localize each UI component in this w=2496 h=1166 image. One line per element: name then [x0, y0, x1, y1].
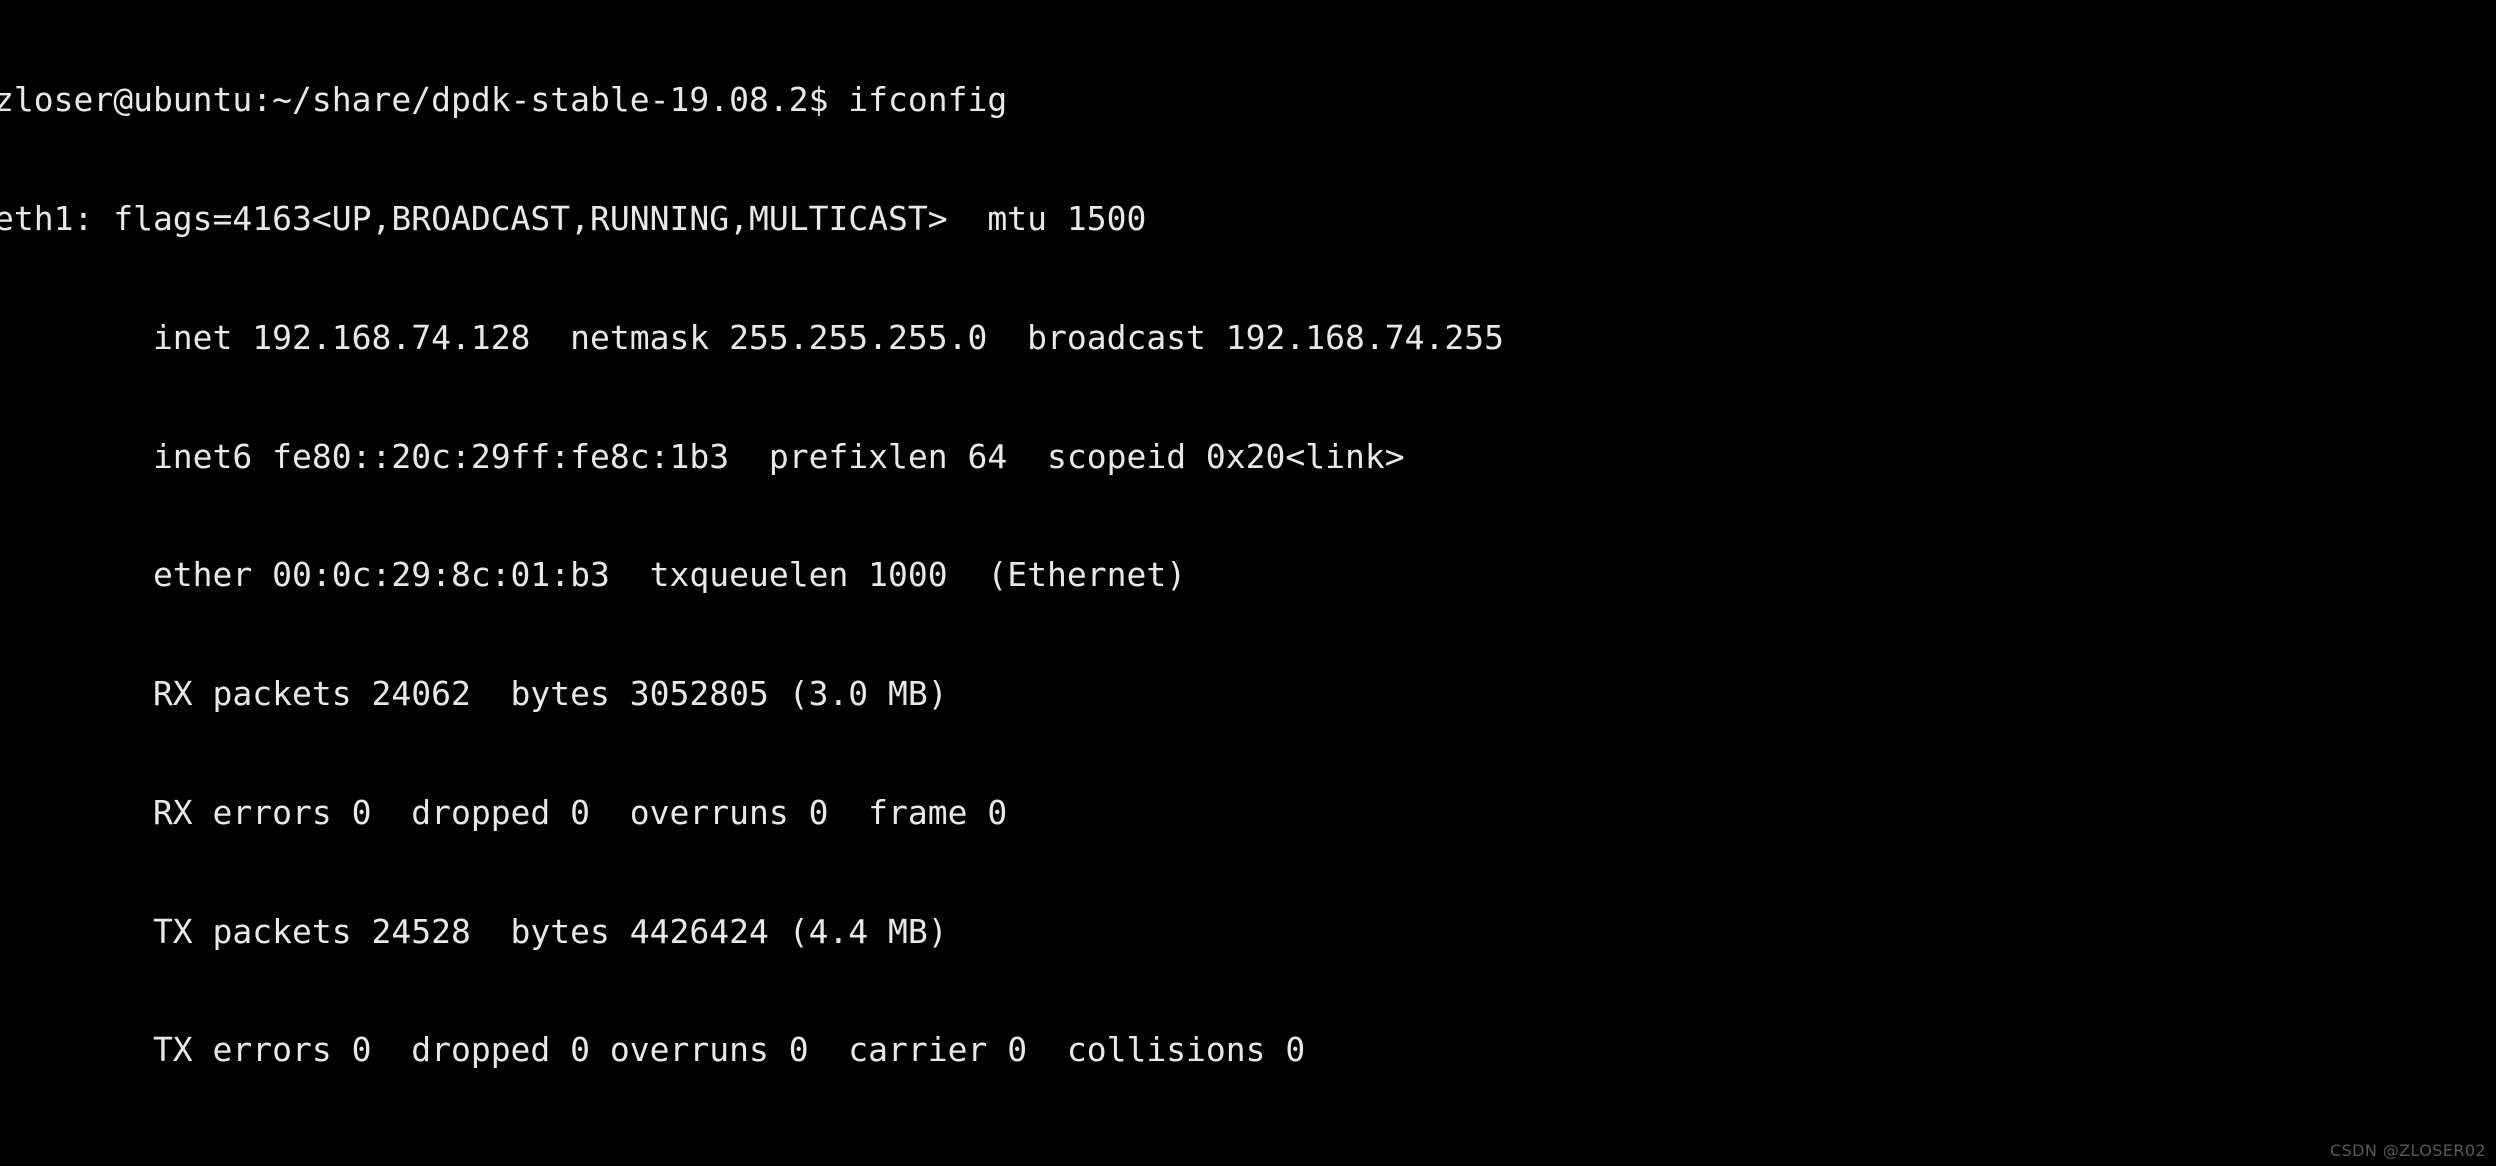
terminal-line-eth1-rx-errors: RX errors 0 dropped 0 overruns 0 frame 0 [0, 792, 1008, 832]
terminal-line-prompt: zloser@ubuntu:~/share/dpdk-stable-19.08.… [0, 80, 1008, 120]
terminal-line-eth1-tx-errors: TX errors 0 dropped 0 overruns 0 carrier… [0, 1030, 1306, 1070]
csdn-watermark: CSDN @ZLOSER02 [2330, 1141, 2486, 1160]
terminal-line-eth1-flags: eth1: flags=4163<UP,BROADCAST,RUNNING,MU… [0, 198, 1147, 238]
terminal-output[interactable]: zloser@ubuntu:~/share/dpdk-stable-19.08.… [0, 1, 2496, 1166]
terminal-window[interactable]: zloser@ubuntu:~/share/dpdk-stable-19.08.… [0, 0, 2496, 1166]
terminal-line-eth1-ether: ether 00:0c:29:8c:01:b3 txqueuelen 1000 … [0, 555, 1187, 595]
terminal-line-eth1-inet6: inet6 fe80::20c:29ff:fe8c:1b3 prefixlen … [0, 436, 1405, 476]
terminal-line-eth1-rx-packets: RX packets 24062 bytes 3052805 (3.0 MB) [0, 674, 948, 714]
terminal-line-eth1-tx-packets: TX packets 24528 bytes 4426424 (4.4 MB) [0, 911, 948, 951]
terminal-line-eth1-inet: inet 192.168.74.128 netmask 255.255.255.… [0, 317, 1504, 357]
